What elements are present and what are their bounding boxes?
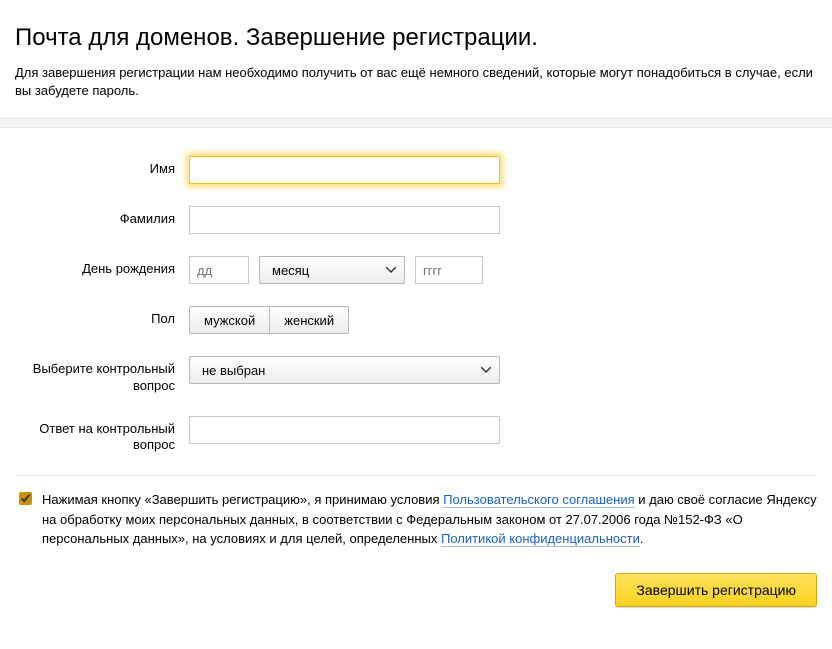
agreement-part1: Нажимая кнопку «Завершить регистрацию», … bbox=[42, 492, 443, 507]
label-birthday: День рождения bbox=[15, 256, 189, 277]
security-question-select[interactable]: не выбран bbox=[189, 356, 500, 384]
agreement-text: Нажимая кнопку «Завершить регистрацию», … bbox=[42, 490, 817, 549]
birthday-month-select[interactable]: месяц bbox=[259, 256, 405, 284]
label-security-answer: Ответ на контрольный вопрос bbox=[15, 416, 189, 454]
page-title: Почта для доменов. Завершение регистраци… bbox=[15, 24, 817, 52]
label-first-name: Имя bbox=[15, 156, 189, 177]
birthday-year-input[interactable] bbox=[415, 256, 483, 284]
gender-female-button[interactable]: женский bbox=[269, 306, 349, 334]
lead-text: Для завершения регистрации нам необходим… bbox=[15, 64, 817, 100]
label-gender: Пол bbox=[15, 306, 189, 327]
birthday-day-input[interactable] bbox=[189, 256, 249, 284]
security-answer-input[interactable] bbox=[189, 416, 500, 444]
submit-button[interactable]: Завершить регистрацию bbox=[615, 573, 817, 607]
gender-male-button[interactable]: мужской bbox=[189, 306, 269, 334]
gender-toggle: мужской женский bbox=[189, 306, 349, 334]
last-name-input[interactable] bbox=[189, 206, 500, 234]
user-agreement-link[interactable]: Пользовательского соглашения bbox=[443, 492, 635, 508]
agreement-part3: . bbox=[640, 531, 644, 546]
thin-divider bbox=[15, 475, 817, 476]
label-security-question: Выберите контрольный вопрос bbox=[15, 356, 189, 394]
privacy-policy-link[interactable]: Политикой конфиденциальности bbox=[441, 531, 640, 547]
first-name-input[interactable] bbox=[189, 156, 500, 184]
section-divider bbox=[0, 118, 832, 128]
agreement-checkbox[interactable] bbox=[19, 492, 32, 505]
label-last-name: Фамилия bbox=[15, 206, 189, 227]
